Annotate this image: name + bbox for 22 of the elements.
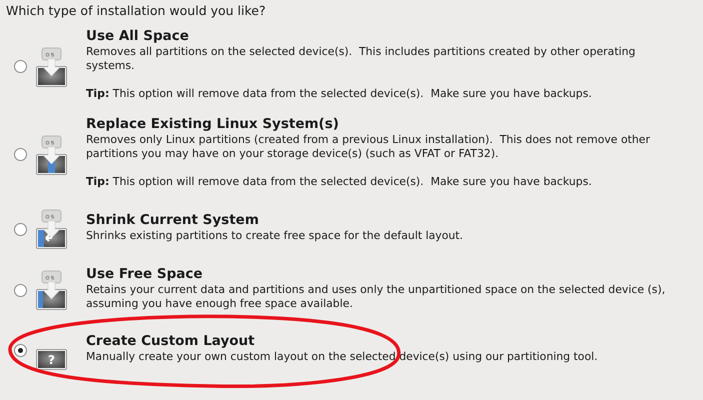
disk-icon (35, 208, 68, 250)
disk-icon (35, 46, 68, 88)
option-title[interactable]: Use Free Space (86, 266, 682, 282)
option-title[interactable]: Replace Existing Linux System(s) (86, 116, 682, 133)
option-title[interactable]: Use All Space (86, 28, 682, 45)
radio-button[interactable] (14, 284, 27, 296)
radio-button[interactable] (14, 222, 27, 236)
question-text: Which type of installation would you like? (5, 2, 267, 20)
tip-text: Tip: This option will remove data from the selected device(s). Make sure you have backups. (86, 175, 593, 189)
disk-icon (35, 134, 68, 176)
option-description: Removes only Linux partitions (created from a previous Linux installation). This does not remove other partitions you may have on your storage device(s) (such as VFAT or FAT32). (86, 133, 651, 161)
radio-button[interactable] (14, 60, 27, 73)
tip-text: Tip: This option will remove data from the selected device(s). Make sure you have backups. (86, 87, 593, 101)
disk-icon (35, 269, 68, 311)
radio-button[interactable] (14, 148, 27, 161)
option-description: Shrinks existing partitions to create free space for the default layout. (86, 228, 464, 242)
radio-button[interactable] (14, 344, 27, 356)
option-title[interactable]: Create Custom Layout (86, 332, 682, 350)
option-description: Retains your current data and partitions and uses only the unpartitioned space on the selected device (s), assuming you have enough free space available. (86, 282, 666, 310)
option-description: Manually create your own custom layout on the selected device(s) using our partitioning tool. (86, 350, 599, 364)
option-description: Removes all partitions on the selected device(s). This includes partitions created by other operating systems. (86, 45, 636, 73)
option-title[interactable]: Shrink Current System (86, 212, 682, 228)
